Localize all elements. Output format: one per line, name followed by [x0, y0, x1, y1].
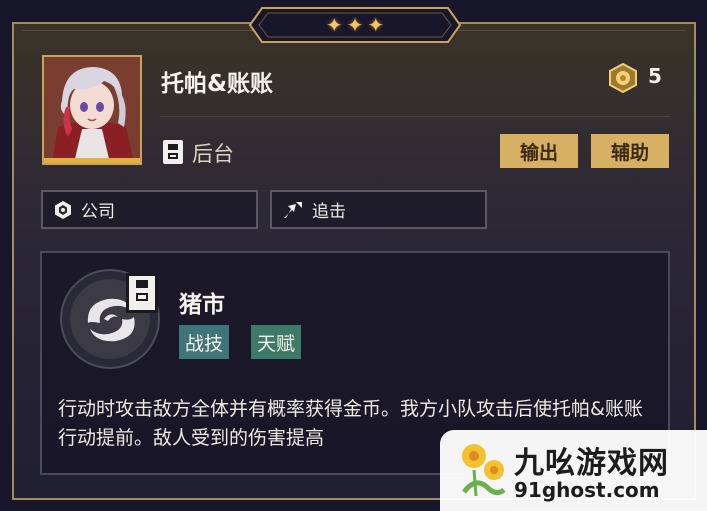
trait-follow-up[interactable]: 追击 — [270, 190, 487, 229]
rarity-plaque: ✦ ✦ ✦ — [248, 6, 462, 44]
watermark-logo-icon — [462, 444, 506, 497]
follow-up-icon — [284, 201, 302, 218]
position-label: 后台 — [192, 142, 234, 166]
skill-type-tag: 战技 — [179, 325, 230, 359]
cost-count: 5 — [648, 64, 662, 88]
rarity-star: ✦ — [346, 13, 364, 37]
trait-company[interactable]: 公司 — [41, 190, 258, 229]
backline-badge-icon — [126, 273, 158, 313]
role-tag-output[interactable]: 输出 — [500, 134, 578, 168]
skill-name: 猪市 — [179, 292, 225, 318]
character-name: 托帕&账账 — [161, 71, 274, 97]
rarity-star: ✦ — [367, 13, 385, 37]
trait-label: 追击 — [312, 202, 346, 222]
trait-label: 公司 — [81, 202, 115, 222]
site-watermark: 九吆游戏网 91ghost.com — [440, 430, 707, 511]
role-tag-support[interactable]: 辅助 — [591, 134, 669, 168]
character-portrait — [42, 55, 142, 165]
watermark-text-en: 91ghost.com — [514, 478, 660, 502]
rarity-star: ✦ — [325, 13, 343, 37]
name-divider — [160, 116, 670, 117]
cost-coin-icon — [609, 63, 637, 93]
skill-type-tag: 天赋 — [251, 325, 302, 359]
company-icon — [55, 200, 71, 219]
portrait-rarity-bar — [44, 158, 140, 163]
backline-icon — [163, 140, 183, 164]
watermark-text-cn: 九吆游戏网 — [514, 446, 669, 481]
